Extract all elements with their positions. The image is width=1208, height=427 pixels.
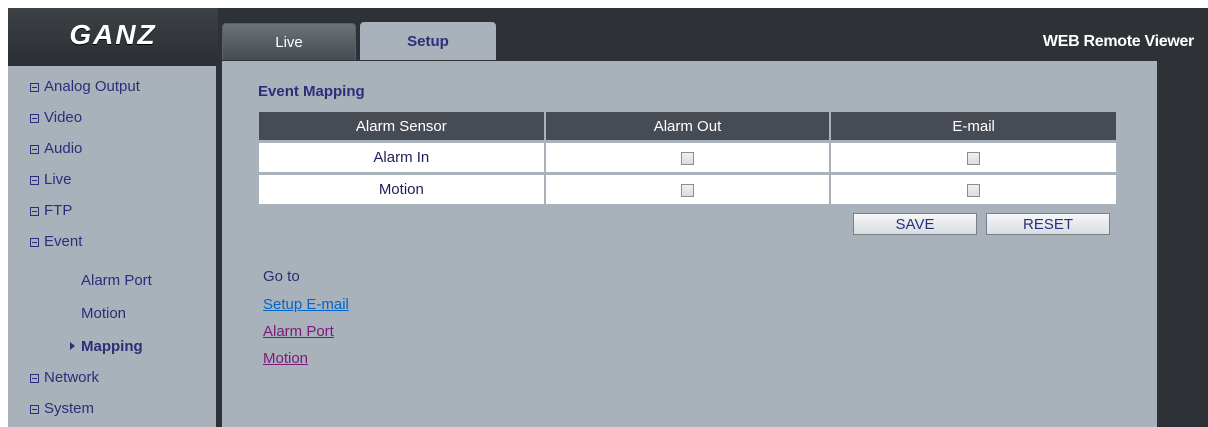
sidebar-item-ftp[interactable]: FTP bbox=[30, 202, 72, 219]
email-cell bbox=[830, 172, 1116, 204]
link-alarm-port[interactable]: Alarm Port bbox=[263, 323, 334, 340]
sidebar-item-live[interactable]: Live bbox=[30, 171, 72, 188]
email-checkbox[interactable] bbox=[967, 183, 981, 197]
column-header: Alarm Out bbox=[544, 112, 832, 142]
sidebar-item-label: FTP bbox=[44, 202, 73, 219]
collapse-box-icon bbox=[30, 83, 39, 92]
reset-button[interactable]: RESET bbox=[986, 213, 1110, 235]
goto-label: Go to bbox=[263, 268, 300, 285]
tab-setup[interactable]: Setup bbox=[360, 22, 496, 60]
logo-area: GANZ bbox=[8, 8, 218, 62]
page-title: Event Mapping bbox=[258, 83, 365, 100]
tab-bar: Live Setup bbox=[222, 22, 500, 61]
sidebar-item-label: Event bbox=[44, 233, 83, 250]
sidebar-item-audio[interactable]: Audio bbox=[30, 140, 82, 157]
sidebar-item-event[interactable]: Event bbox=[30, 233, 82, 250]
alarm-out-cell bbox=[544, 172, 832, 204]
collapse-box-icon bbox=[30, 176, 39, 185]
collapse-box-icon bbox=[30, 238, 39, 247]
collapse-box-icon bbox=[30, 374, 39, 383]
sidebar-subitem-alarm-port[interactable]: Alarm Port bbox=[81, 272, 152, 289]
sidebar-item-system[interactable]: System bbox=[30, 400, 94, 417]
sidebar-item-analog-output[interactable]: Analog Output bbox=[30, 78, 140, 95]
table-row: Alarm In bbox=[259, 140, 1116, 174]
table-row: Motion bbox=[259, 172, 1116, 204]
link-motion[interactable]: Motion bbox=[263, 350, 308, 367]
column-header: Alarm Sensor bbox=[259, 112, 546, 142]
sidebar-item-label: Analog Output bbox=[44, 78, 140, 95]
tab-live[interactable]: Live bbox=[222, 23, 356, 60]
event-mapping-table: Alarm Sensor Alarm Out E-mail Alarm In M… bbox=[259, 112, 1116, 204]
sidebar-subitem-motion[interactable]: Motion bbox=[81, 305, 126, 322]
collapse-box-icon bbox=[30, 145, 39, 154]
caret-right-icon bbox=[70, 342, 75, 350]
sidebar-item-label: Audio bbox=[44, 140, 83, 157]
email-checkbox[interactable] bbox=[967, 151, 981, 165]
sensor-name: Motion bbox=[259, 172, 546, 204]
link-setup-email[interactable]: Setup E-mail bbox=[263, 296, 349, 313]
sidebar-item-network[interactable]: Network bbox=[30, 369, 99, 386]
sidebar-subitem-label: Mapping bbox=[81, 338, 143, 355]
ganz-logo: GANZ bbox=[69, 19, 157, 50]
save-button[interactable]: SAVE bbox=[853, 213, 977, 235]
alarm-out-checkbox[interactable] bbox=[680, 183, 694, 197]
collapse-box-icon bbox=[30, 114, 39, 123]
sidebar-item-label: Live bbox=[44, 171, 72, 188]
sidebar-item-video[interactable]: Video bbox=[30, 109, 82, 126]
sidebar-subitem-mapping[interactable]: Mapping bbox=[70, 338, 143, 355]
sensor-name: Alarm In bbox=[259, 140, 546, 174]
app-title: WEB Remote Viewer bbox=[1042, 33, 1194, 50]
alarm-out-cell bbox=[544, 140, 832, 174]
email-cell bbox=[830, 140, 1116, 174]
alarm-out-checkbox[interactable] bbox=[680, 151, 694, 165]
sidebar: Analog Output Video Audio Live FTP Event… bbox=[8, 66, 216, 427]
sidebar-item-label: Network bbox=[44, 369, 100, 386]
sidebar-item-label: Video bbox=[44, 109, 83, 126]
main-panel: Event Mapping Alarm Sensor Alarm Out E-m… bbox=[222, 61, 1157, 427]
collapse-box-icon bbox=[30, 405, 39, 414]
sidebar-item-label: System bbox=[44, 400, 95, 417]
collapse-box-icon bbox=[30, 207, 39, 216]
table-header-row: Alarm Sensor Alarm Out E-mail bbox=[259, 112, 1116, 142]
column-header: E-mail bbox=[830, 112, 1116, 142]
